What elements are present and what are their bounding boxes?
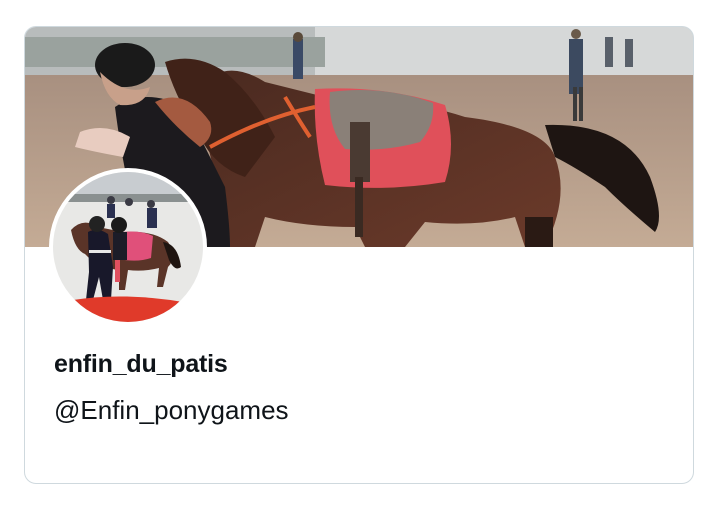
avatar-photo[interactable]	[53, 172, 203, 322]
profile-card[interactable]: enfin_du_patis @Enfin_ponygames	[24, 26, 694, 484]
username-handle[interactable]: @Enfin_ponygames	[54, 391, 289, 429]
avatar-frame[interactable]	[49, 168, 207, 326]
display-name[interactable]: enfin_du_patis	[54, 345, 228, 383]
